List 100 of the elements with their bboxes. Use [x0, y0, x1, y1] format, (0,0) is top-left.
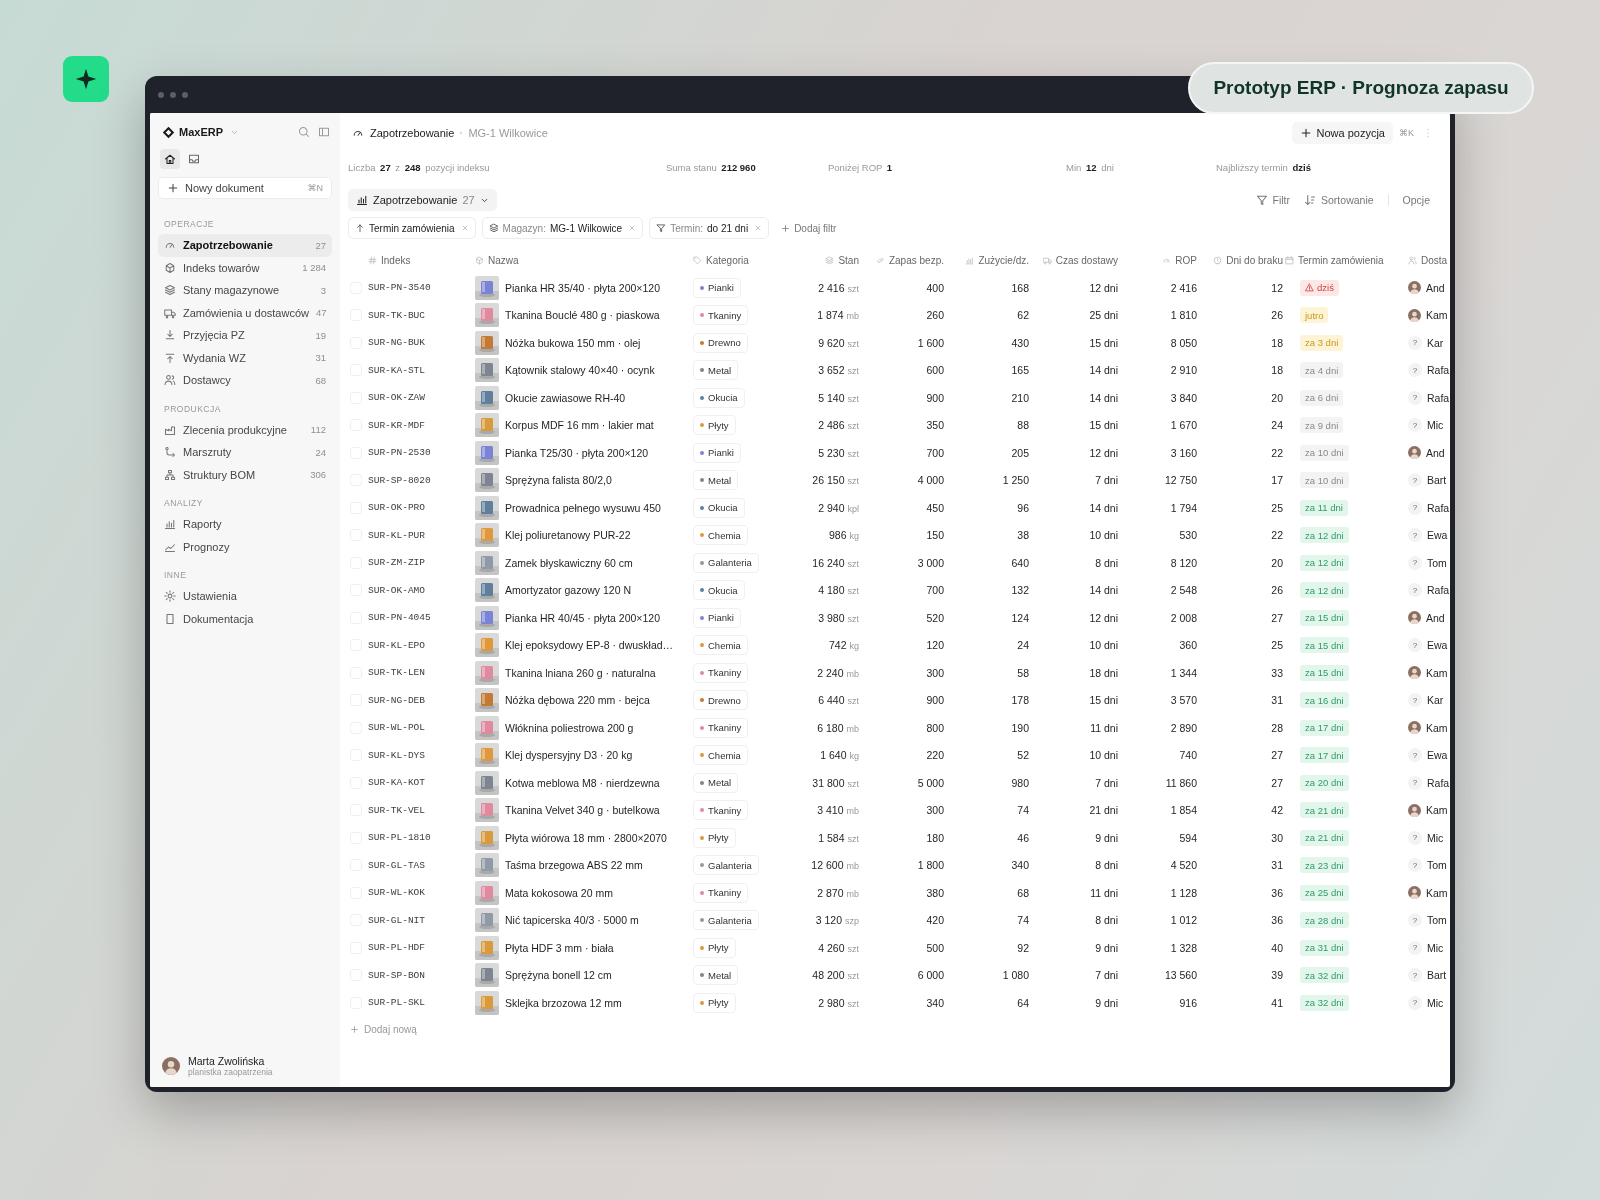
table-cell: Kam: [1426, 721, 1448, 734]
table-cell: 14 dni: [1089, 364, 1118, 377]
nav-item[interactable]: Ustawienia: [158, 585, 332, 608]
column-header[interactable]: Kategoria: [693, 255, 749, 266]
due-date-label: za 10 dni: [1300, 444, 1349, 461]
table-cell: 1 810: [1170, 309, 1197, 322]
toolbar-button[interactable]: Sortowanie: [1304, 194, 1374, 206]
table-cell: 36: [1271, 886, 1283, 899]
table-cell: SUR-KL-EPO: [368, 631, 475, 659]
close-icon: [754, 224, 763, 232]
table-cell: 3 120: [815, 914, 842, 927]
add-filter-button[interactable]: Dodaj filtr: [781, 222, 837, 234]
nav-item[interactable]: Zlecenia produkcyjne 112: [158, 418, 332, 441]
table-cell: 64: [1017, 996, 1029, 1009]
table-cell: 22: [1271, 446, 1283, 459]
table-cell: 24: [1017, 639, 1029, 652]
filter-chip[interactable]: Magazyn: MG-1 Wilkowice: [481, 217, 644, 239]
unit-label: szt: [847, 998, 859, 1009]
column-header[interactable]: Zapas bezp.: [875, 255, 944, 266]
column-header[interactable]: Indeks: [368, 255, 411, 266]
avatar: ?: [1408, 748, 1422, 763]
bar-chart-icon: [356, 194, 368, 206]
nav-item[interactable]: Marszruty 24: [158, 441, 332, 464]
column-header[interactable]: ROP: [1162, 255, 1197, 266]
table-cell: Mic: [1427, 831, 1444, 844]
nav-item[interactable]: Indeks towarów 1 284: [158, 256, 332, 279]
column-header[interactable]: Czas dostawy: [1042, 255, 1118, 266]
table-cell: 26 150: [812, 474, 845, 487]
table-cell: SUR-TK-LEN: [368, 659, 475, 687]
category-tag: Płyty: [693, 937, 736, 958]
nav-item[interactable]: Dostawcy 68: [158, 369, 332, 392]
search-button[interactable]: [296, 124, 312, 140]
nav-item[interactable]: Stany magazynowe 3: [158, 279, 332, 302]
table-cell: 150: [926, 529, 944, 542]
table-cell: Tom: [1427, 859, 1447, 872]
nav-item[interactable]: Raporty: [158, 513, 332, 536]
user-name: Marta Zwolińska: [188, 1055, 266, 1067]
table-cell: 500: [926, 941, 944, 954]
table-cell: 10 dni: [1089, 639, 1118, 652]
table-cell: 2 008: [1170, 611, 1197, 624]
new-item-button[interactable]: Nowa pozycja: [1291, 122, 1393, 144]
unit-label: szt: [847, 366, 859, 377]
nav-item[interactable]: Dokumentacja: [158, 607, 332, 630]
new-document-button[interactable]: Nowy dokument ⌘N: [158, 177, 332, 199]
nav-item[interactable]: Zapotrzebowanie 27: [158, 234, 332, 257]
table-cell: 120: [926, 639, 944, 652]
table-cell: 9 dni: [1095, 996, 1118, 1009]
table-cell: 1 128: [1170, 886, 1197, 899]
column-header[interactable]: Stan: [825, 255, 859, 266]
view-selector[interactable]: Zapotrzebowanie 27: [348, 189, 497, 211]
nav-item[interactable]: Wydania WZ 31: [158, 346, 332, 369]
column-header[interactable]: Dni do braku: [1213, 255, 1283, 266]
window-control-dot[interactable]: [182, 91, 188, 98]
filter-chip[interactable]: Termin: do 21 dni: [649, 217, 770, 239]
table-cell: Sprężyna bonell 12 cm: [505, 969, 612, 982]
table-cell: 1 584: [818, 831, 845, 844]
table-cell: 430: [1011, 336, 1029, 349]
table-cell: SUR-KA-STL: [368, 356, 475, 384]
column-header[interactable]: Zużycie/dz.: [965, 255, 1029, 266]
unit-label: mb: [846, 723, 859, 734]
table-cell: 25 dni: [1089, 309, 1118, 322]
table-cell: 7 dni: [1095, 969, 1118, 982]
table-cell: 700: [926, 446, 944, 459]
window-control-dot[interactable]: [158, 91, 164, 98]
table-cell: Mic: [1427, 419, 1444, 432]
category-tag: Płyty: [693, 827, 736, 848]
nav-item[interactable]: Prognozy: [158, 535, 332, 558]
table-cell: Płyta HDF 3 mm · biała: [505, 941, 614, 954]
table-cell: 168: [1011, 281, 1029, 294]
filter-chip[interactable]: Termin zamówienia: [348, 217, 476, 239]
column-header[interactable]: Termin zamówienia: [1285, 255, 1384, 266]
table-cell: SUR-NG-BUK: [368, 329, 475, 357]
unit-label: szp: [845, 916, 859, 927]
home-button[interactable]: [160, 149, 180, 169]
plus-icon: [1299, 127, 1312, 139]
nav-item[interactable]: Przyjęcia PZ 19: [158, 324, 332, 347]
table-cell: SUR-PL-SKL: [368, 989, 475, 1017]
window-control-dot[interactable]: [170, 91, 176, 98]
column-header[interactable]: Nazwa: [475, 255, 519, 266]
download-icon: [164, 329, 176, 342]
table-cell: 986: [828, 529, 847, 542]
gauge-icon: [1162, 256, 1172, 265]
unit-label: szt: [847, 833, 859, 844]
toolbar-button[interactable]: Opcje: [1402, 194, 1430, 206]
toolbar-button[interactable]: Filtr: [1255, 194, 1291, 206]
table-cell: 11 860: [1165, 776, 1197, 789]
nav-item[interactable]: Zamówienia u dostawców 47: [158, 301, 332, 324]
due-date-label: za 15 dni: [1300, 664, 1349, 681]
table-cell: SUR-KL-PUR: [368, 521, 475, 549]
breadcrumb-item[interactable]: Zapotrzebowanie: [370, 127, 455, 139]
column-header[interactable]: Dosta: [1408, 255, 1448, 266]
table-cell: Tkanina lniana 260 g · naturalna: [505, 666, 656, 679]
table-cell: 205: [1011, 446, 1029, 459]
category-tag: Tkaniny: [693, 717, 749, 738]
table-cell: SUR-SP-BON: [368, 961, 475, 989]
nav-item[interactable]: Struktury BOM 306: [158, 463, 332, 486]
table-cell: 26: [1271, 584, 1283, 597]
layers-icon: [164, 284, 176, 297]
table-cell: 2 486: [818, 419, 845, 432]
table-cell: 2 416: [1170, 281, 1197, 294]
